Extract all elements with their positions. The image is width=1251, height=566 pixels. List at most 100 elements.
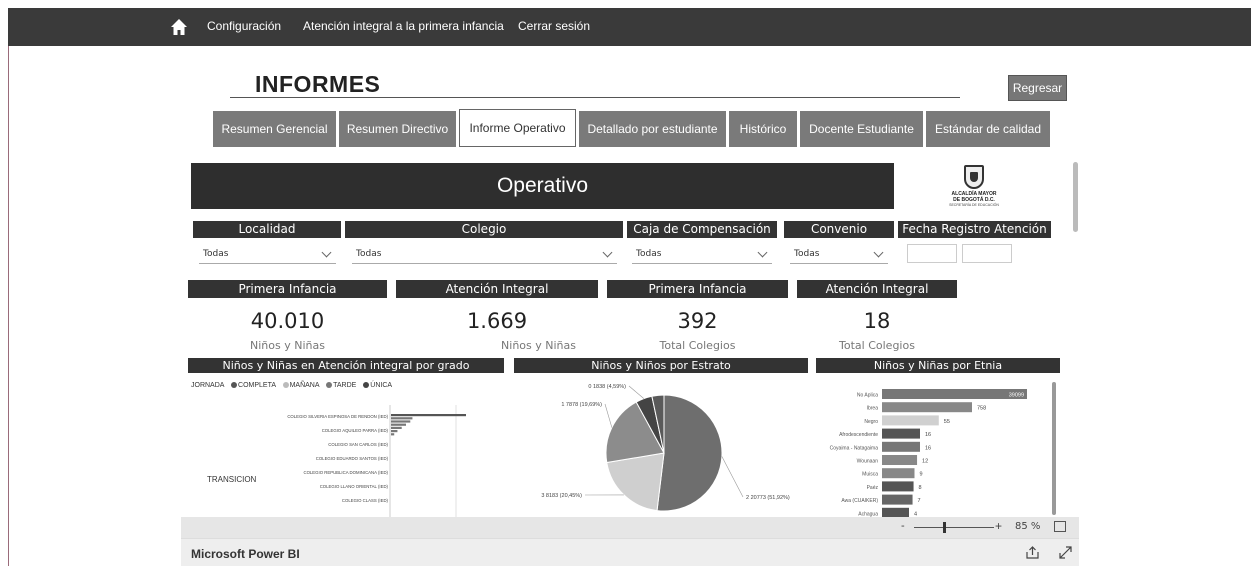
legend-dot-manana	[282, 382, 289, 388]
etnia-value-label: 8	[919, 485, 922, 491]
fit-to-page-icon[interactable]	[1054, 521, 1066, 532]
grado-category-label: COLEGIO AQUILEO PARRA (IED)	[322, 428, 389, 433]
grado-bar[interactable]	[391, 426, 402, 429]
kpi-value-2: 1.669	[466, 309, 528, 333]
kpi-sub-4: Total Colegios	[839, 339, 915, 352]
grado-bar[interactable]	[391, 417, 413, 420]
zoom-level: 85 %	[1015, 521, 1041, 532]
zoom-slider-track[interactable]	[914, 527, 994, 528]
filter-header-localidad: Localidad	[193, 221, 341, 238]
chart-header-etnia: Niños y Niñas por Etnia	[816, 358, 1060, 373]
tab-detallado-por-estudiante[interactable]: Detallado por estudiante	[579, 111, 726, 147]
report-scrollbar[interactable]	[1073, 162, 1078, 232]
etnia-value-label: 9	[920, 472, 923, 478]
home-icon[interactable]	[170, 18, 188, 36]
page-title: INFORMES	[255, 71, 381, 97]
estrato-slice-label: 3 8183 (20,45%)	[541, 493, 582, 499]
legend-label-completa[interactable]: COMPLETA	[238, 382, 276, 389]
grado-category-label: COLEGIO SILVERIA ESPINOSA DE RENDON (IED…	[287, 414, 388, 419]
back-button[interactable]: Regresar	[1008, 75, 1067, 101]
etnia-category-label: Negro	[864, 419, 878, 425]
legend-label-tarde[interactable]: TARDE	[333, 382, 356, 389]
estrato-leader-line	[604, 403, 613, 428]
etnia-bar[interactable]	[882, 402, 972, 413]
kpi-header-4: Atención Integral	[797, 280, 957, 298]
tab-resumen-gerencial[interactable]: Resumen Gerencial	[213, 111, 336, 147]
estrato-slice[interactable]	[656, 394, 723, 512]
etnia-value-label: 16	[925, 432, 931, 438]
legend-label-unica[interactable]: ÚNICA	[370, 382, 392, 389]
chevron-down-icon	[873, 247, 884, 258]
fullscreen-icon[interactable]	[1059, 546, 1072, 559]
zoom-in-button[interactable]: +	[995, 519, 1002, 533]
etnia-category-label: Ibrea	[867, 406, 879, 412]
tab-informe-operativo[interactable]: Informe Operativo	[459, 109, 576, 147]
estrato-slice[interactable]	[606, 452, 665, 512]
grado-category-label: COLEGIO CLASS (IED)	[342, 498, 389, 503]
etnia-scrollbar[interactable]	[1052, 382, 1056, 515]
etnia-value-label: 758	[977, 406, 986, 412]
colegio-value: Todas	[356, 249, 382, 259]
legend-dot-unica	[363, 382, 370, 388]
fecha-desde-input[interactable]	[907, 244, 957, 263]
nav-cerrar-sesion[interactable]: Cerrar sesión	[518, 19, 590, 33]
tab-historico[interactable]: Histórico	[729, 111, 797, 147]
legend-dot-tarde	[326, 382, 333, 388]
etnia-bar[interactable]	[882, 494, 913, 505]
powerbi-brand[interactable]: Microsoft Power BI	[191, 547, 300, 561]
caja-dropdown[interactable]: Todas	[632, 245, 772, 264]
nav-atencion-integral[interactable]: Atención integral a la primera infancia	[303, 19, 504, 33]
kpi-value-4: 18	[863, 309, 891, 333]
filter-header-colegio: Colegio	[345, 221, 623, 238]
etnia-category-label: Awa (CUAIKER)	[841, 498, 878, 504]
etnia-bar[interactable]	[882, 415, 939, 426]
grado-bar[interactable]	[391, 420, 411, 423]
grado-bar-chart[interactable]: COLEGIO SILVERIA ESPINOSA DE RENDON (IED…	[188, 395, 504, 517]
fecha-hasta-input[interactable]	[962, 244, 1012, 263]
etnia-value-label: 12	[922, 459, 928, 465]
estrato-slice-label: 1 7878 (19,69%)	[561, 402, 602, 408]
jornada-legend: JORNADA COMPLETA MAÑANA TARDE ÚNICA	[191, 382, 392, 389]
legend-label-manana[interactable]: MAÑANA	[290, 382, 320, 389]
logo-line-3: SECRETARÍA DE EDUCACIÓN	[949, 203, 999, 207]
grado-category-label: COLEGIO REPUBLICA DOMINICANA (IED)	[303, 470, 388, 475]
etnia-bar[interactable]	[882, 481, 914, 492]
caja-value: Todas	[636, 249, 662, 259]
filter-header-caja: Caja de Compensación	[627, 221, 777, 238]
etnia-bar[interactable]	[882, 441, 920, 452]
chevron-down-icon	[757, 247, 768, 258]
etnia-value-label: 55	[944, 419, 950, 425]
kpi-header-3: Primera Infancia	[607, 280, 788, 298]
estrato-pie-chart[interactable]: 2 20773 (51,92%) 3 8183 (20,45%) 1 7878 (1…	[514, 375, 808, 517]
etnia-bar[interactable]	[882, 455, 918, 465]
estrato-slice-label: 0 1838 (4,59%)	[588, 384, 626, 390]
etnia-bar[interactable]	[882, 389, 1027, 399]
colegio-dropdown[interactable]: Todas	[352, 245, 617, 264]
etnia-value-label: 39099	[1009, 393, 1024, 399]
grado-bar[interactable]	[391, 433, 395, 436]
powerbi-footer: Microsoft Power BI	[181, 538, 1079, 566]
zoom-slider-handle[interactable]	[943, 522, 946, 533]
grado-bar[interactable]	[391, 430, 398, 433]
title-divider	[230, 97, 960, 98]
estrato-slice-label: 2 20773 (51,92%)	[746, 495, 790, 501]
etnia-bar[interactable]	[882, 507, 909, 517]
zoom-out-button[interactable]: -	[901, 520, 905, 532]
nav-configuracion[interactable]: Configuración	[207, 19, 281, 33]
etnia-category-label: Afrodescendiente	[839, 432, 878, 438]
etnia-bar[interactable]	[882, 428, 920, 439]
grado-bar[interactable]	[391, 423, 406, 426]
convenio-dropdown[interactable]: Todas	[790, 245, 888, 264]
etnia-bar-chart[interactable]: No Aplica 39099 Ibrea 758 Negro 55 Afrodescend…	[808, 380, 1060, 517]
estrato-leader-line	[721, 456, 744, 498]
tab-estandar-de-calidad[interactable]: Estándar de calidad	[926, 111, 1050, 147]
tab-resumen-directivo[interactable]: Resumen Directivo	[339, 111, 456, 147]
share-icon[interactable]	[1026, 546, 1039, 559]
kpi-sub-1: Niños y Niñas	[250, 339, 325, 352]
etnia-category-label: Wounaan	[857, 459, 879, 465]
grado-bar[interactable]	[391, 414, 466, 417]
localidad-dropdown[interactable]: Todas	[199, 245, 336, 264]
tab-docente-estudiante[interactable]: Docente Estudiante	[800, 111, 923, 147]
chart-header-grado: Niños y Niñas en Atención integral por g…	[188, 358, 504, 373]
etnia-bar[interactable]	[882, 468, 915, 479]
